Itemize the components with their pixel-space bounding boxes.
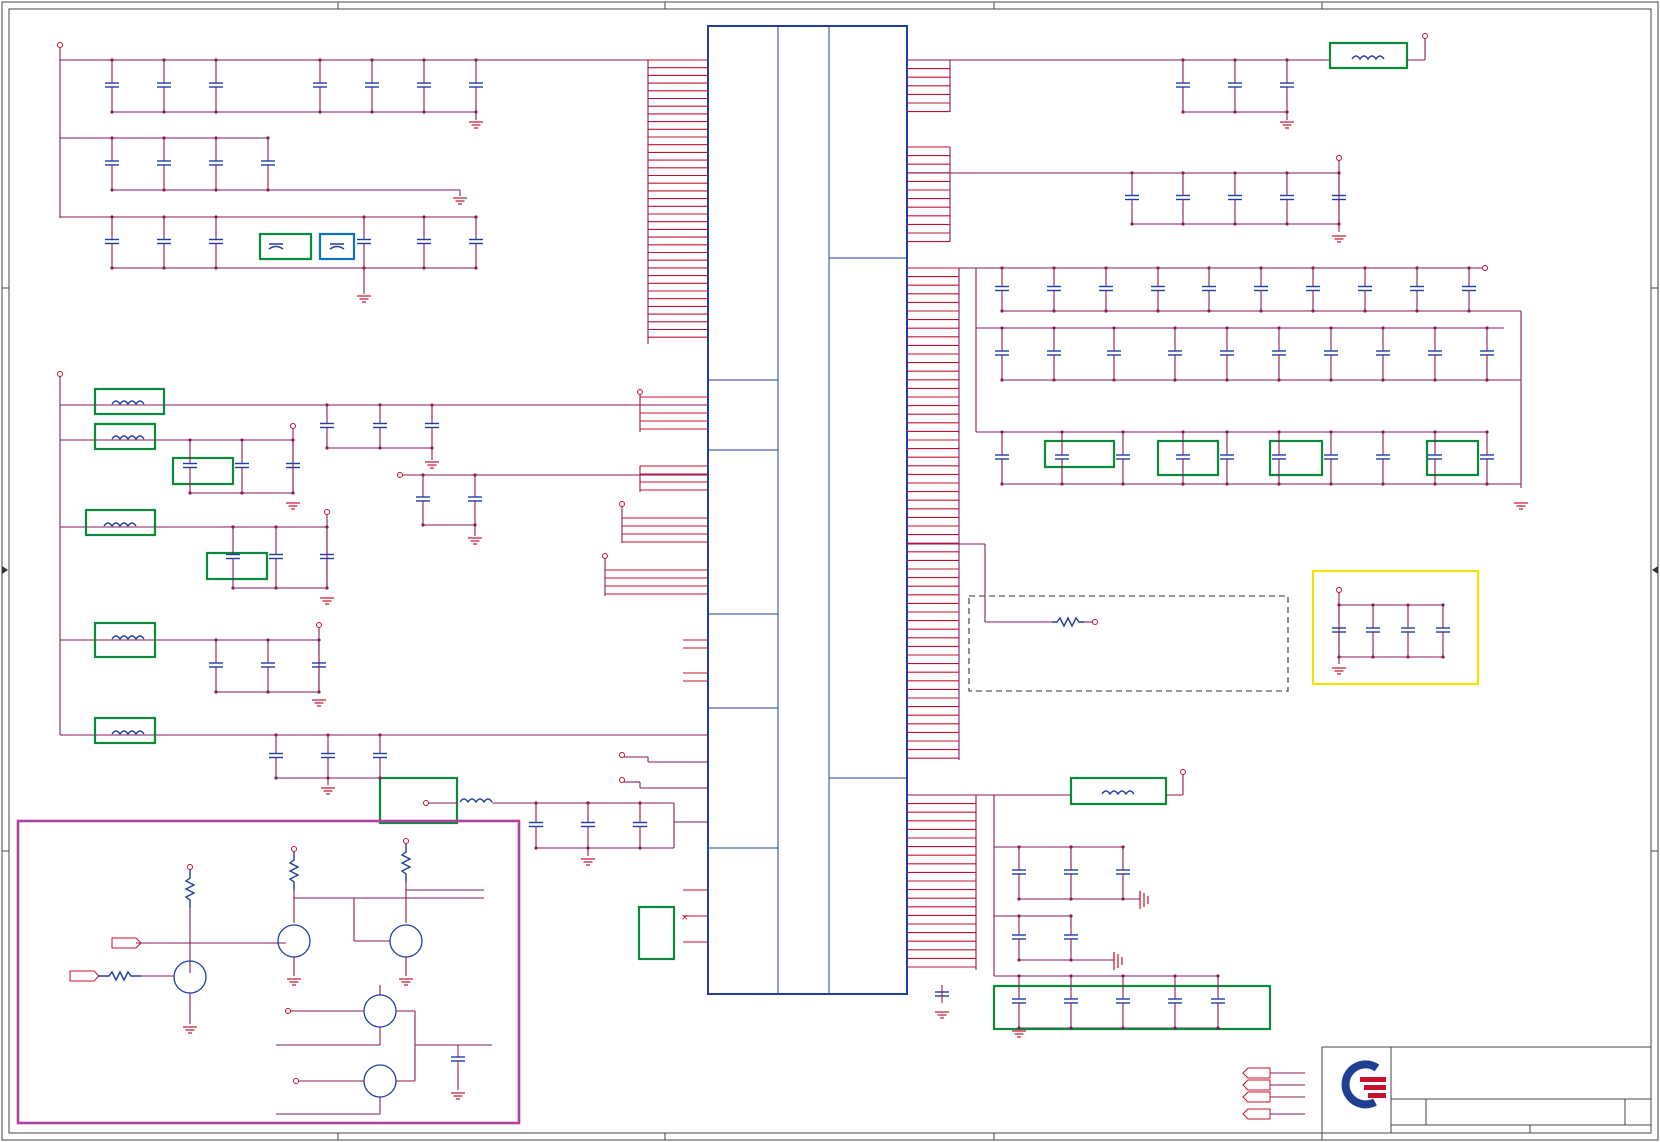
right-bank-caps <box>995 266 1494 486</box>
bottom-right-caps <box>1012 845 1225 1030</box>
svg-text:×: × <box>681 913 689 923</box>
yellow-caps <box>1332 603 1450 659</box>
left-filters <box>57 371 708 866</box>
dashed-optional-region <box>907 543 1289 692</box>
off-page-connectors <box>1242 1067 1305 1120</box>
right-top-caps <box>1125 58 1346 226</box>
right-top-filter <box>907 33 1428 243</box>
company-logo-icon <box>1341 1060 1386 1109</box>
power-switch-subcircuit <box>16 819 521 1125</box>
highlight-green <box>258 232 313 261</box>
decoupling-bank-1-caps <box>105 58 483 114</box>
bottom-right-filter <box>907 769 1272 1038</box>
title-block <box>1321 1046 1652 1134</box>
decoupling-bank-2-caps <box>105 136 275 192</box>
ic-pin-lines <box>605 59 977 970</box>
decoupling-bank-2 <box>60 137 468 205</box>
decoupling-bank-3 <box>60 216 476 303</box>
decoupling-bank-3-caps <box>105 215 483 270</box>
filter-caps <box>183 403 647 850</box>
right-decoupling-banks <box>959 265 1529 510</box>
schematic-sheet: × <box>1 1 1659 1141</box>
main-ic <box>707 25 908 995</box>
decoupling-bank-1 <box>57 42 648 218</box>
